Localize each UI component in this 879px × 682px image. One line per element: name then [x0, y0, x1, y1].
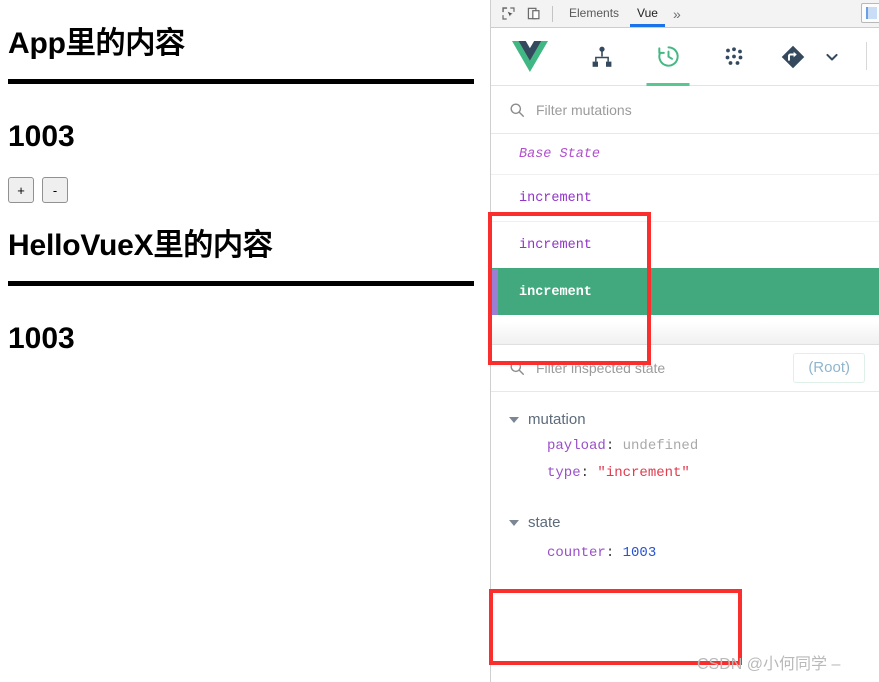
- vue-devtools-toolbar: [491, 28, 879, 86]
- devtools-tabstrip: Elements Vue »: [491, 0, 879, 28]
- scope-select[interactable]: (Root): [793, 353, 865, 383]
- decrement-button[interactable]: -: [42, 177, 68, 203]
- app-divider: [8, 79, 474, 84]
- inspected-state-filter-input[interactable]: [536, 360, 794, 376]
- tab-vue[interactable]: Vue: [628, 0, 667, 27]
- state-row-payload: payload: undefined: [547, 438, 699, 454]
- toolbar-edge-divider: [866, 42, 879, 70]
- increment-button[interactable]: +: [8, 177, 34, 203]
- vuex-dots-icon[interactable]: [701, 28, 767, 86]
- devtools-panel: Elements Vue » Filter mutations Base Sta…: [490, 0, 879, 682]
- state-key: payload: [547, 438, 606, 454]
- inspected-state-tree: mutation payload: undefined type: "incre…: [491, 392, 879, 682]
- child-counter-value: 1003: [8, 322, 75, 355]
- history-clock-icon[interactable]: [635, 28, 701, 86]
- state-value: undefined: [622, 438, 699, 454]
- csdn-watermark: CSDN @小何同学 –: [697, 656, 841, 673]
- screenshot-root: App里的内容 1003 + - HelloVueX里的内容 1003 Elem…: [0, 0, 879, 682]
- base-state-label[interactable]: Base State: [491, 134, 879, 174]
- state-row-type: type: "increment": [547, 465, 690, 481]
- tab-elements[interactable]: Elements: [560, 0, 628, 27]
- chevron-down-icon[interactable]: [819, 49, 845, 65]
- more-tabs-icon[interactable]: »: [667, 6, 687, 22]
- tree-node-label: mutation: [528, 411, 586, 428]
- state-key: type: [547, 465, 581, 481]
- inspect-element-icon[interactable]: [495, 2, 521, 26]
- web-page-preview: App里的内容 1003 + - HelloVueX里的内容 1003: [0, 0, 490, 682]
- search-icon: [509, 360, 525, 376]
- child-component-heading: HelloVueX里的内容: [8, 229, 273, 262]
- devtools-settings-cutoff[interactable]: [861, 3, 879, 23]
- mutation-entry-selected[interactable]: increment: [491, 268, 879, 315]
- list-fade-overlay: [491, 322, 879, 344]
- routing-diamond-icon[interactable]: [767, 28, 819, 86]
- state-value: 1003: [622, 545, 657, 561]
- chevron-down-icon: [509, 519, 519, 526]
- component-tree-icon[interactable]: [569, 28, 635, 86]
- mutations-filter-bar: [491, 86, 879, 134]
- mutations-list: Base State increment increment increment: [491, 134, 879, 344]
- inspected-state-filter-bar: (Root): [491, 344, 879, 392]
- mutations-filter-input[interactable]: [536, 101, 865, 118]
- tree-node-label: state: [528, 514, 561, 531]
- tree-node-state[interactable]: state: [491, 509, 879, 536]
- mutation-entry[interactable]: increment: [491, 174, 879, 221]
- counter-button-row: + -: [8, 177, 474, 203]
- vue-logo-icon: [491, 28, 569, 86]
- child-divider: [8, 281, 474, 286]
- app-counter-value: 1003: [8, 120, 75, 153]
- app-heading: App里的内容: [8, 27, 185, 60]
- toolbar-separator: [552, 5, 553, 22]
- tree-node-mutation[interactable]: mutation: [491, 406, 879, 433]
- chevron-down-icon: [509, 416, 519, 423]
- device-toolbar-icon[interactable]: [521, 2, 547, 26]
- state-value: "increment": [597, 465, 690, 481]
- search-icon: [509, 102, 525, 118]
- state-row-counter: counter: 1003: [547, 545, 657, 561]
- mutation-entry[interactable]: increment: [491, 221, 879, 268]
- state-key: counter: [547, 545, 606, 561]
